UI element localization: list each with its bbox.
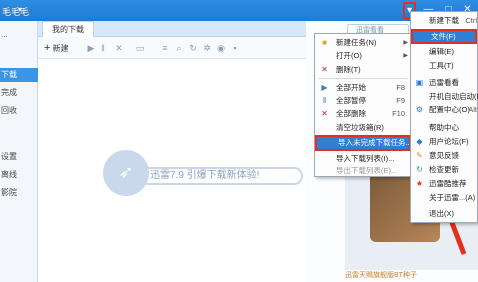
update-icon: ↻ [416,165,423,174]
star-icon: ★ [415,179,424,188]
new-task-label: 新建 [52,44,69,53]
sidebar-item-0[interactable]: ... [0,28,38,42]
feedback-icon: ✎ [416,151,423,160]
x-icon: ✕ [321,109,328,118]
user-dropdown-icon[interactable]: ▾ [18,5,22,14]
new-task-button[interactable]: + 新建 [44,42,69,54]
menu-item-import-unfinished[interactable]: 导入未完成下载任务... [315,135,412,151]
tab-my-downloads[interactable]: 我的下载 [42,21,94,37]
menu-item-about[interactable]: 关于迅雷...(A) [411,192,477,204]
menu-separator [319,78,407,79]
empty-state-message: 迅雷7.9 引爆下载新体验! [140,167,303,185]
menu-item-file[interactable]: 文件(F) [411,29,477,44]
play-icon: ▶ [321,83,328,92]
sidebar-item-completed[interactable]: 完成 [0,86,38,100]
menu-item-help[interactable]: 帮助中心 [411,122,477,134]
menu-item-edit[interactable]: 编辑(E) [411,46,477,58]
x-icon: ✕ [321,65,328,74]
menu-item-recommend[interactable]: ★ 迅雷酷推荐 [411,178,477,190]
sidebar-item-cinema[interactable]: 影院 [0,186,38,200]
toolbar [38,37,306,59]
username[interactable]: 毛毛毛 [2,5,29,18]
menu-item-forum[interactable]: ◆ 用户论坛(F) [411,136,477,148]
menu-item-autostart[interactable]: 开机自动启动(R) [411,91,478,103]
promo-caption[interactable]: 迅雷天赐旗舰版BT种子 [345,270,478,282]
gear-icon: ⚙ [415,105,424,114]
search-icon[interactable]: ⌕ [174,42,184,54]
menu-item-open[interactable]: 打开(O) ▶ [315,50,411,62]
menu-item-config-center[interactable]: ⚙ 配置中心(O) Alt [411,104,477,116]
menu-item-feedback[interactable]: ✎ 意见反馈 [411,150,477,162]
settings-icon[interactable]: ✲ [202,42,212,54]
menu-item-tools[interactable]: 工具(T) [411,60,477,72]
menu-item-check-update[interactable]: ↻ 检查更新 [411,164,477,176]
menu-item-empty-trash[interactable]: 清空垃圾箱(R) [315,122,411,134]
rocket-icon: ➶ [118,162,134,182]
pause-icon[interactable]: ‖ [98,42,108,54]
sidebar-item-offline[interactable]: 离线 [0,168,38,182]
file-submenu: ■ 新建任务(N) ▶ 打开(O) ▶ ✕ 删除(T) ▶ 全部开始 F8 ‖ 全部暂停 F9 … [314,33,412,177]
menu-item-delete-all[interactable]: ✕ 全部删除 F10 [315,108,411,120]
sidebar-item-downloading[interactable]: 下载 [0,68,38,82]
menu-item-kankan[interactable]: ▣ 迅雷看看 [411,77,477,89]
plus-icon: + [44,42,51,54]
menu-item-new-task[interactable]: ■ 新建任务(N) ▶ [315,37,411,49]
tv-icon: ▣ [415,78,424,87]
list-icon[interactable]: ≡ [160,42,170,54]
menu-item-delete[interactable]: ✕ 删除(T) [315,64,411,76]
share-icon[interactable]: ◉ [216,42,226,54]
menu-item-import-list[interactable]: 导入下载列表(I)... [315,153,411,165]
delete-icon[interactable]: ✕ [114,42,124,54]
forum-icon: ◆ [416,137,423,146]
menu-item-pause-all[interactable]: ‖ 全部暂停 F9 [315,95,411,107]
play-icon[interactable]: ▶ [86,42,96,54]
folder-icon: ■ [322,38,327,47]
pause-icon: ‖ [322,96,327,105]
menu-item-exit[interactable]: 退出(X) [411,208,477,220]
refresh-icon[interactable]: ↻ [188,42,198,54]
menu-item-new-download[interactable]: 新建下载 Ctrl [411,15,477,27]
main-menu: 新建下载 Ctrl 文件(F) 编辑(E) 工具(T) ▣ 迅雷看看 开机自动启动(… [410,11,478,223]
menu-item-export-list: 导出下载列表(E)... [336,166,398,175]
sidebar-item-recycle[interactable]: 回收 [0,104,38,118]
sidebar-item-settings[interactable]: 设置 [0,150,38,164]
folder-icon[interactable]: ▭ [135,42,145,54]
menu-item-start-all[interactable]: ▶ 全部开始 F8 [315,82,411,94]
more-icon[interactable]: ▪ [230,42,240,54]
